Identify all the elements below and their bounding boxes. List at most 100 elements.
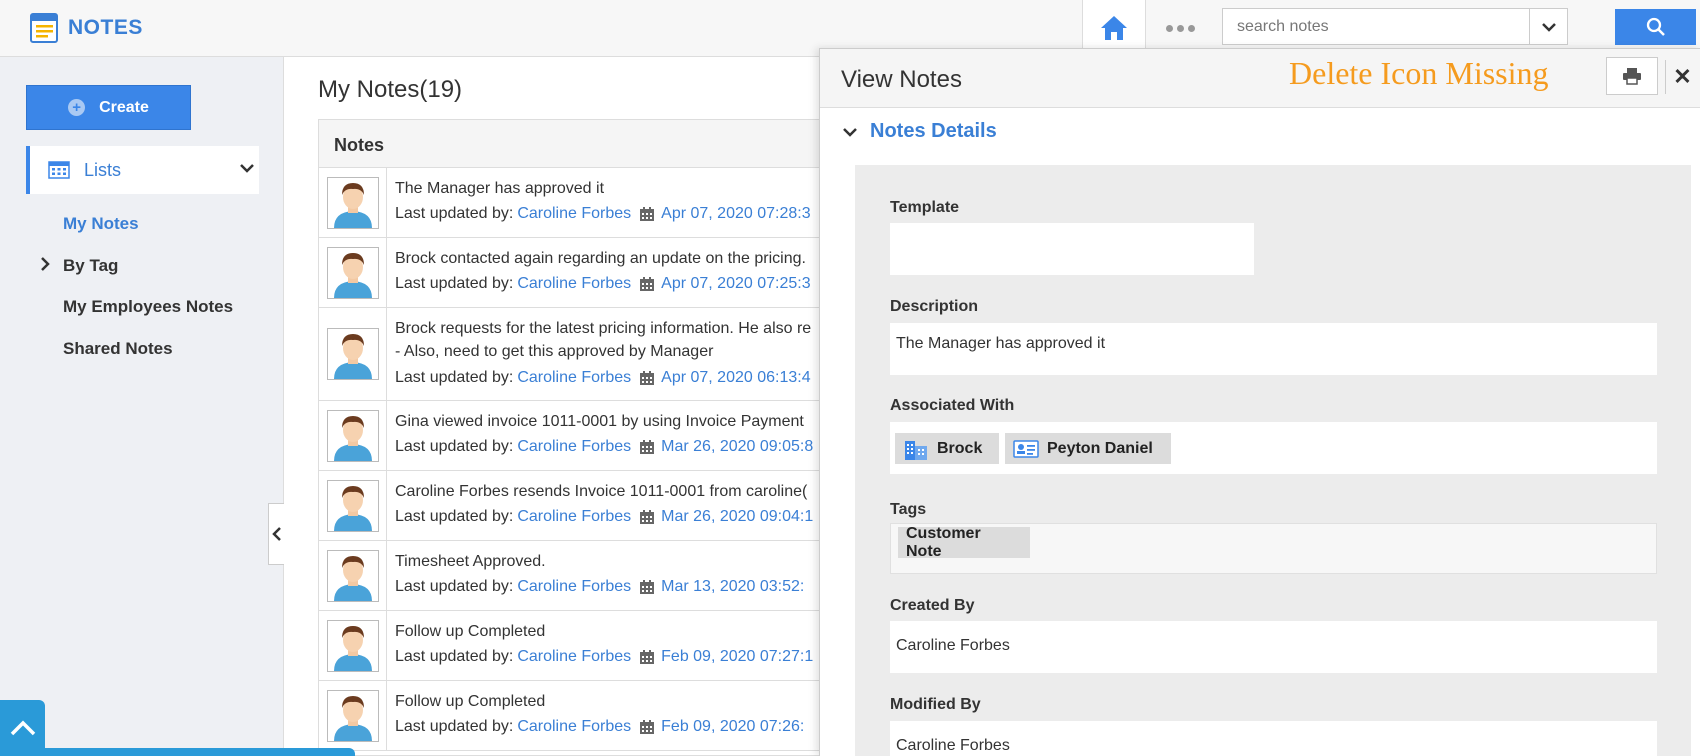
search-icon xyxy=(1646,17,1665,36)
user-avatar-icon xyxy=(327,409,379,462)
notes-details: Template Description The Manager has app… xyxy=(855,165,1691,756)
user-avatar-icon xyxy=(327,689,379,742)
note-text[interactable]: Brock requests for the latest pricing in… xyxy=(395,317,811,340)
updated-date: Apr 07, 2020 07:25:3 xyxy=(661,275,811,292)
user-avatar-icon xyxy=(327,479,379,532)
calendar-icon xyxy=(640,277,655,291)
note-meta: Last updated by: Caroline Forbes Apr 07, 2… xyxy=(395,205,811,223)
chevron-up-icon xyxy=(10,720,35,736)
calendar-grid-icon xyxy=(48,161,70,179)
associated-chip-peyton-daniel[interactable]: Peyton Daniel xyxy=(1005,433,1171,464)
more-dots-icon[interactable] xyxy=(1160,16,1200,40)
note-text[interactable]: Gina viewed invoice 1011-0001 by using I… xyxy=(395,410,804,433)
search-input[interactable] xyxy=(1223,9,1529,44)
note-row[interactable]: Timesheet Approved. Last updated by: Carol… xyxy=(319,541,827,611)
contact-card-icon xyxy=(1013,439,1039,458)
updated-date: Mar 13, 2020 03:52: xyxy=(661,578,805,595)
user-avatar-icon xyxy=(327,246,379,299)
section-title: Notes Details xyxy=(870,120,997,142)
created-by-label: Created By xyxy=(890,597,975,614)
modified-by-label: Modified By xyxy=(890,696,981,713)
description-label: Description xyxy=(890,298,979,315)
updated-date: Feb 09, 2020 07:26: xyxy=(661,718,805,735)
view-notes-panel: View Notes Delete Icon Missing ✕ Notes D… xyxy=(819,48,1700,756)
updated-prefix: Last updated by: xyxy=(395,275,514,292)
note-row[interactable]: Gina viewed invoice 1011-0001 by using I… xyxy=(319,401,827,471)
app-title: NOTES xyxy=(68,16,143,39)
associated-label: Associated With xyxy=(890,397,1015,414)
sidebar-item-my-employees-notes[interactable]: My Employees Notes xyxy=(63,297,233,317)
chevron-down-icon xyxy=(240,164,254,173)
user-avatar-icon xyxy=(327,619,379,672)
panel-title: View Notes xyxy=(841,66,962,93)
updated-prefix: Last updated by: xyxy=(395,578,514,595)
notes-app: NOTES + Creat xyxy=(0,0,1700,756)
updated-date: Mar 26, 2020 09:05:8 xyxy=(661,438,814,455)
updated-by-link[interactable]: Caroline Forbes xyxy=(517,718,631,736)
note-text[interactable]: Follow up Completed xyxy=(395,620,545,643)
calendar-icon xyxy=(640,720,655,734)
home-icon xyxy=(1101,16,1127,40)
search-button[interactable] xyxy=(1615,9,1696,45)
search-box xyxy=(1222,8,1568,45)
print-button[interactable] xyxy=(1606,57,1658,95)
updated-by-link[interactable]: Caroline Forbes xyxy=(517,275,631,293)
collapse-sidebar-button[interactable] xyxy=(268,503,284,565)
associated-name: Peyton Daniel xyxy=(1047,439,1153,457)
updated-date: Apr 07, 2020 06:13:4 xyxy=(661,369,811,386)
note-avatar-cell xyxy=(319,401,387,470)
chevron-right-icon[interactable] xyxy=(40,257,50,271)
note-row[interactable]: Follow up Completed Last updated by: Carol… xyxy=(319,611,827,681)
note-meta: Last updated by: Caroline Forbes Apr 07, 2… xyxy=(395,275,811,293)
updated-by-link[interactable]: Caroline Forbes xyxy=(517,578,631,596)
note-row[interactable]: Brock requests for the latest pricing in… xyxy=(319,308,827,401)
updated-by-link[interactable]: Caroline Forbes xyxy=(517,438,631,456)
updated-date: Apr 07, 2020 07:28:3 xyxy=(661,205,811,222)
updated-date: Mar 26, 2020 09:04:1 xyxy=(661,508,814,525)
chevron-down-icon xyxy=(1541,22,1556,32)
sidebar-item-by-tag[interactable]: By Tag xyxy=(63,256,118,276)
updated-by-link[interactable]: Caroline Forbes xyxy=(517,205,631,223)
create-label: Create xyxy=(99,98,149,116)
calendar-icon xyxy=(640,207,655,221)
associated-chip-brock[interactable]: Brock xyxy=(895,433,999,464)
updated-prefix: Last updated by: xyxy=(395,508,514,525)
note-text[interactable]: Brock contacted again regarding an updat… xyxy=(395,247,806,270)
close-button[interactable]: ✕ xyxy=(1665,60,1699,94)
updated-date: Feb 09, 2020 07:27:1 xyxy=(661,648,814,665)
note-text[interactable]: Caroline Forbes resends Invoice 1011-000… xyxy=(395,480,807,503)
printer-icon xyxy=(1623,68,1641,85)
updated-by-link[interactable]: Caroline Forbes xyxy=(517,369,631,387)
tag-chip[interactable]: Customer Note xyxy=(898,525,1030,560)
page-title: My Notes(19) xyxy=(318,76,463,103)
note-meta: Last updated by: Caroline Forbes Apr 07, 2… xyxy=(395,369,811,387)
note-row[interactable]: Brock contacted again regarding an updat… xyxy=(319,238,827,308)
chevron-down-icon xyxy=(843,127,857,137)
note-text[interactable]: Timesheet Approved. xyxy=(395,550,546,573)
note-text[interactable]: The Manager has approved it xyxy=(395,177,604,200)
updated-by-link[interactable]: Caroline Forbes xyxy=(517,648,631,666)
notepad-icon xyxy=(30,13,58,43)
calendar-icon xyxy=(640,440,655,454)
note-text[interactable]: Follow up Completed xyxy=(395,690,545,713)
create-button[interactable]: + Create xyxy=(26,85,191,130)
note-row[interactable]: Caroline Forbes resends Invoice 1011-000… xyxy=(319,471,827,541)
sidebar-item-my-notes[interactable]: My Notes xyxy=(63,214,139,234)
search-options-dropdown[interactable] xyxy=(1529,9,1567,44)
annotation-text: Delete Icon Missing xyxy=(1289,55,1549,91)
updated-prefix: Last updated by: xyxy=(395,718,514,735)
modified-by-value: Caroline Forbes xyxy=(896,737,1010,754)
panel-header: View Notes Delete Icon Missing ✕ xyxy=(820,49,1700,108)
calendar-icon xyxy=(640,510,655,524)
note-avatar-cell xyxy=(319,308,387,400)
note-row[interactable]: The Manager has approved it Last updated … xyxy=(319,168,827,238)
brand[interactable]: NOTES xyxy=(28,12,143,44)
lists-menu[interactable]: Lists xyxy=(26,146,259,194)
notes-details-toggle[interactable]: Notes Details xyxy=(842,120,997,143)
note-row[interactable]: Follow up Completed Last updated by: Carol… xyxy=(319,681,827,751)
associated-field: Brock Peyton Daniel xyxy=(890,422,1657,474)
sidebar-item-shared-notes[interactable]: Shared Notes xyxy=(63,339,173,359)
user-avatar-icon xyxy=(327,328,379,380)
scroll-to-top-button[interactable] xyxy=(0,700,45,756)
updated-by-link[interactable]: Caroline Forbes xyxy=(517,508,631,526)
